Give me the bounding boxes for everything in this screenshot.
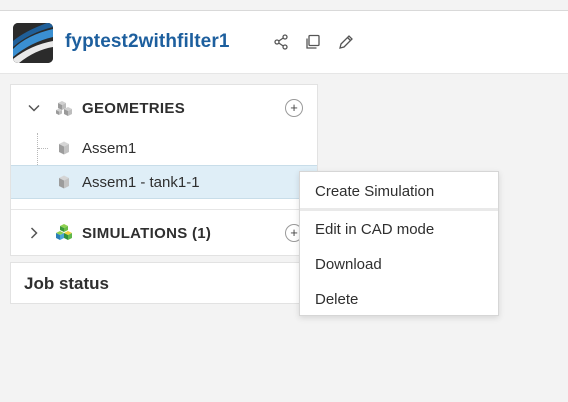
- tree-item-assem1[interactable]: Assem1: [11, 131, 317, 165]
- cube-icon: [55, 173, 73, 191]
- context-menu: Create Simulation Edit in CAD mode Downl…: [299, 171, 499, 316]
- tree-item-label: Assem1 - tank1-1: [82, 173, 200, 191]
- job-status-label: Job status: [24, 274, 110, 293]
- tree-item-label: Assem1: [82, 139, 137, 157]
- section-divider: [11, 209, 317, 210]
- chevron-right-icon[interactable]: [27, 226, 41, 240]
- add-geometry-button[interactable]: +: [285, 99, 303, 117]
- edit-icon[interactable]: [337, 33, 355, 51]
- menu-item-create-simulation[interactable]: Create Simulation: [300, 174, 498, 208]
- geometries-label: GEOMETRIES: [82, 99, 186, 117]
- tree-item-assem1-tank1-1[interactable]: Assem1 - tank1-1: [11, 165, 317, 199]
- simulations-icon: [53, 222, 75, 244]
- menu-item-delete[interactable]: Delete: [300, 282, 498, 316]
- menu-item-edit-in-cad-mode[interactable]: Edit in CAD mode: [300, 212, 498, 246]
- menu-separator: [300, 208, 498, 211]
- share-icon[interactable]: [272, 33, 290, 51]
- geometries-icon: [53, 97, 75, 119]
- project-tree-panel: GEOMETRIES + Assem1 Assem1 - tank1-1 SIM…: [10, 84, 318, 256]
- job-status-panel[interactable]: Job status: [10, 262, 318, 304]
- tree-section-geometries[interactable]: GEOMETRIES +: [11, 91, 317, 125]
- cube-icon: [55, 139, 73, 157]
- tree-section-simulations[interactable]: SIMULATIONS (1) +: [11, 216, 317, 250]
- menu-item-download[interactable]: Download: [300, 247, 498, 281]
- project-logo: [13, 23, 53, 63]
- chevron-down-icon[interactable]: [27, 101, 41, 115]
- simulations-label: SIMULATIONS (1): [82, 224, 212, 242]
- project-title[interactable]: fyptest2withfilter1: [65, 31, 230, 53]
- copy-icon[interactable]: [304, 33, 322, 51]
- project-header: fyptest2withfilter1: [0, 10, 568, 74]
